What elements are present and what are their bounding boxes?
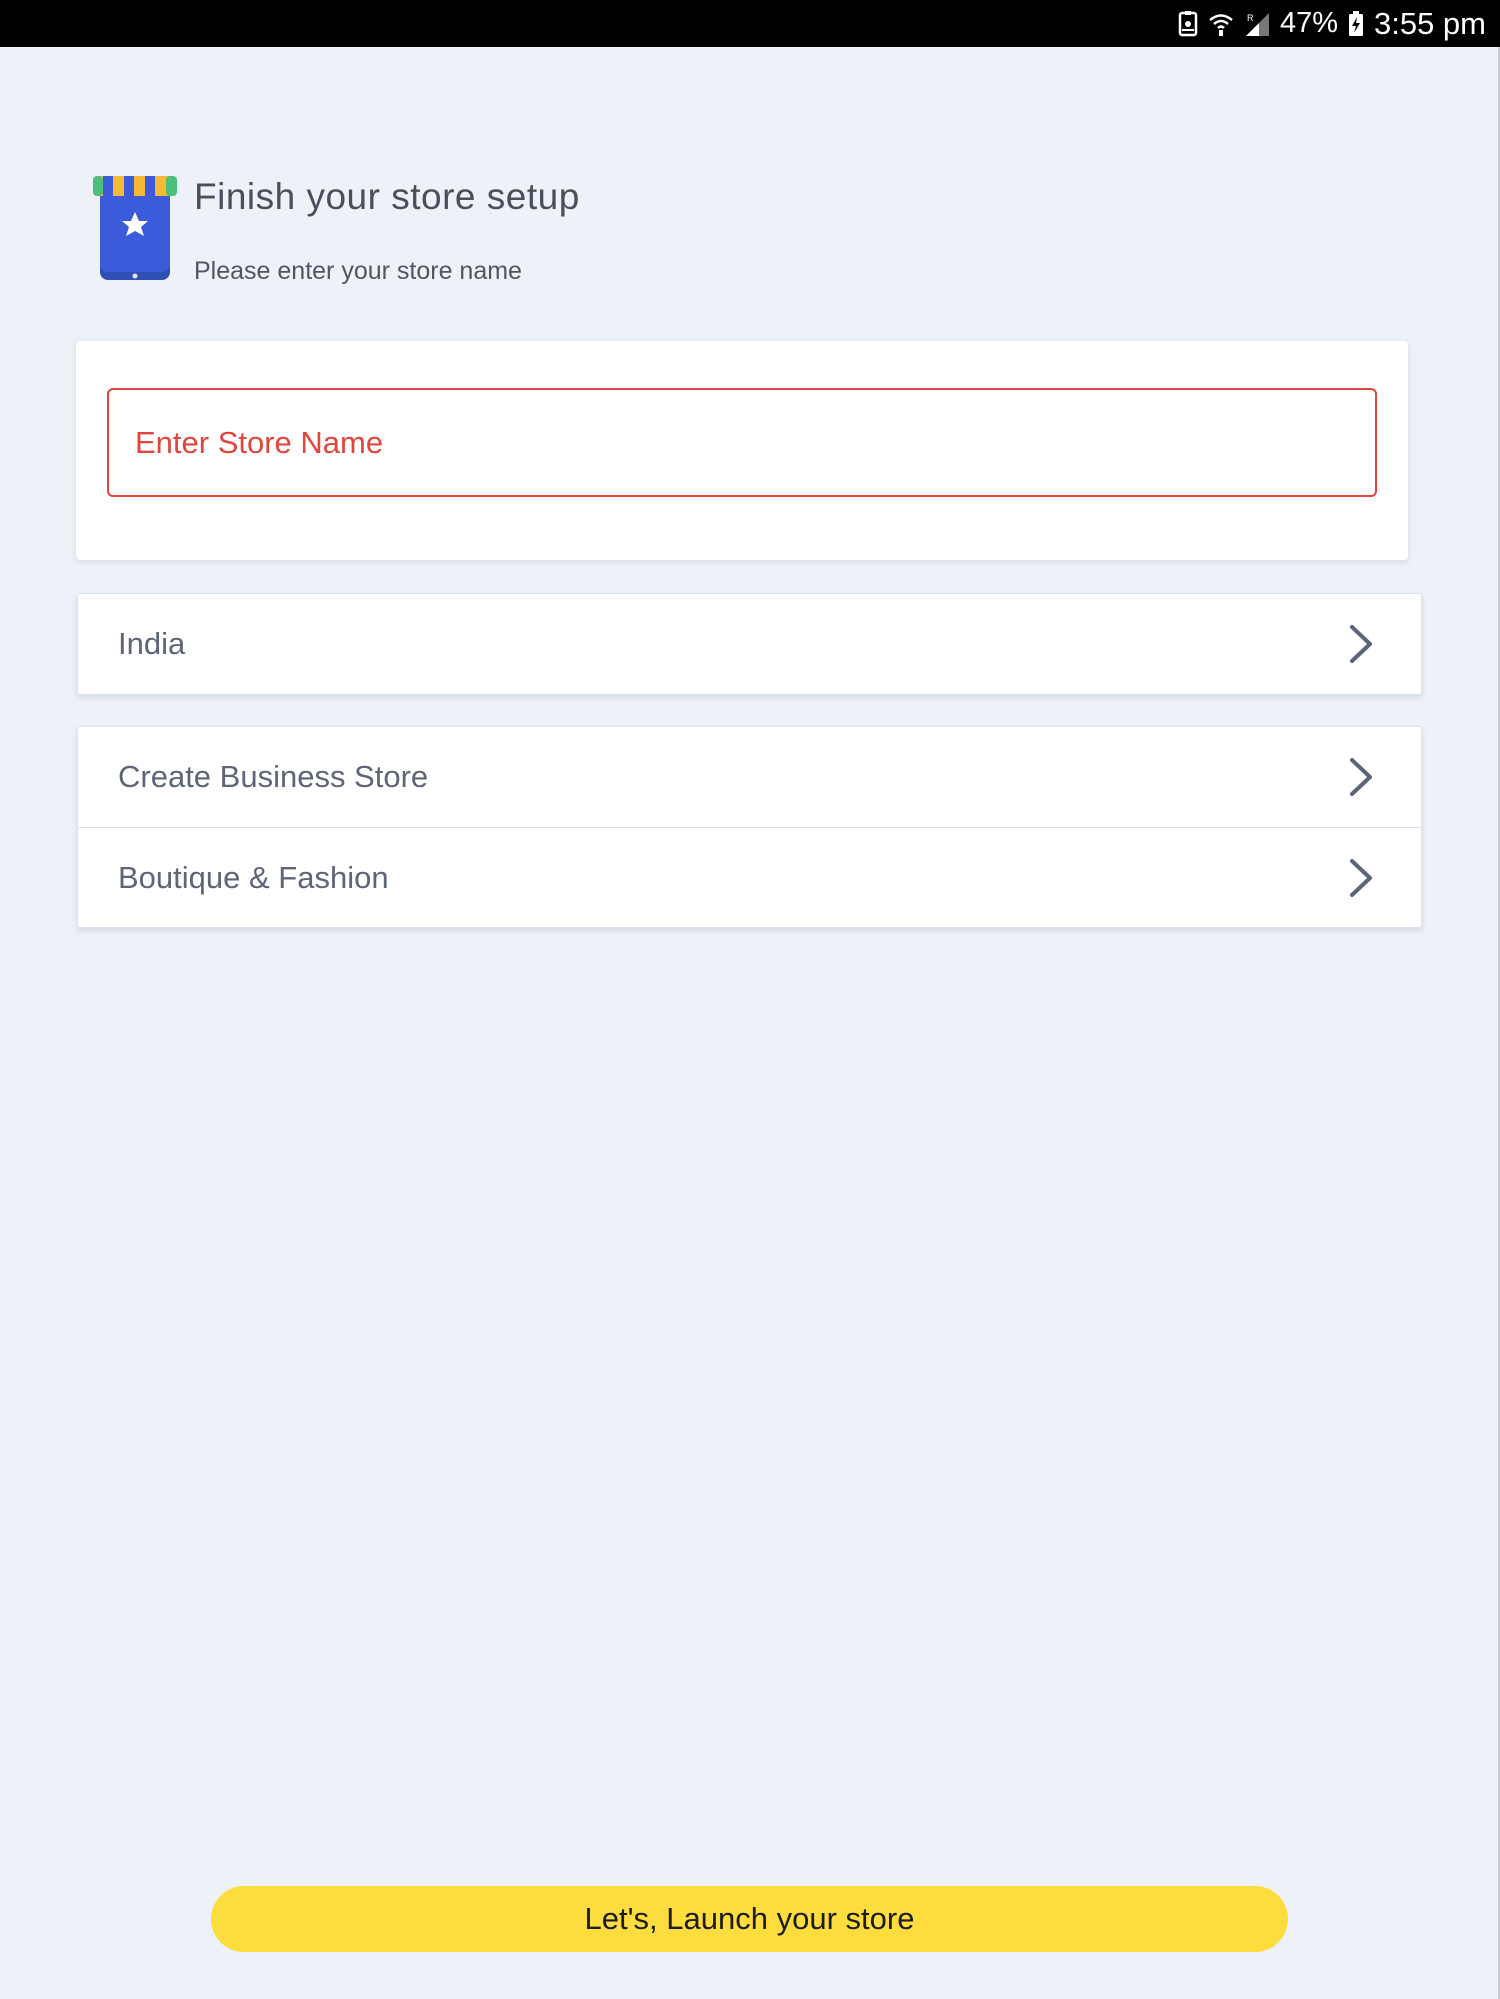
- store-type-selector[interactable]: Create Business Store: [78, 727, 1421, 827]
- signal-icon: R: [1244, 11, 1270, 37]
- country-card: India: [77, 593, 1422, 695]
- clock: 3:55 pm: [1373, 5, 1486, 41]
- store-type-label: Create Business Store: [118, 759, 429, 794]
- store-icon: [93, 176, 177, 284]
- chevron-right-icon: [1348, 857, 1374, 899]
- page-subtitle: Please enter your store name: [194, 257, 522, 285]
- screenshot-icon: [1178, 10, 1198, 37]
- chevron-right-icon: [1348, 623, 1374, 665]
- page-title: Finish your store setup: [194, 176, 580, 217]
- store-name-input[interactable]: [107, 388, 1377, 497]
- battery-icon: [1348, 10, 1364, 37]
- chevron-right-icon: [1348, 756, 1374, 798]
- battery-percent: 47%: [1279, 7, 1338, 39]
- status-bar: R 47% 3:55 pm: [0, 0, 1500, 47]
- country-selector[interactable]: India: [78, 594, 1421, 694]
- store-name-card: [76, 341, 1408, 560]
- page-header: Finish your store setup Please enter you…: [93, 176, 793, 286]
- store-category-selector[interactable]: Boutique & Fashion: [78, 827, 1421, 927]
- country-label: India: [118, 626, 186, 661]
- svg-text:R: R: [1247, 13, 1254, 23]
- launch-store-button[interactable]: Let's, Launch your store: [211, 1886, 1288, 1952]
- store-options-card: Create Business Store Boutique & Fashion: [77, 726, 1422, 928]
- wifi-icon: [1208, 11, 1234, 37]
- store-category-label: Boutique & Fashion: [118, 859, 389, 895]
